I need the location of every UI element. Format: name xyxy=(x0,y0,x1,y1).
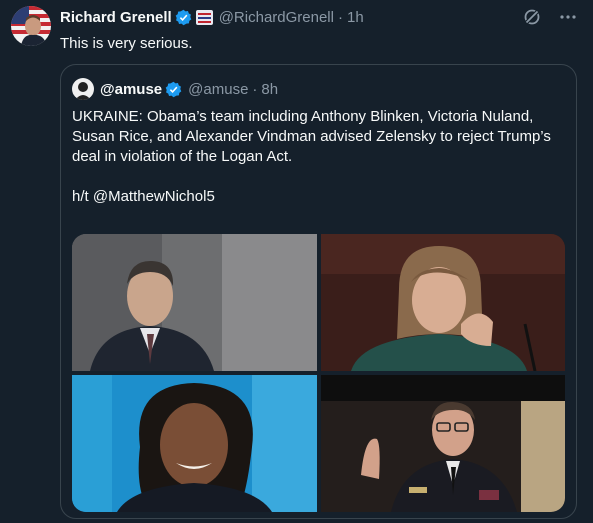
verified-badge-icon xyxy=(165,81,182,98)
quote-author-handle[interactable]: @amuse xyxy=(188,81,248,98)
photo-blinken[interactable] xyxy=(72,234,317,371)
photo-rice[interactable] xyxy=(72,375,317,512)
quote-text-paragraph: UKRAINE: Obama’s team including Anthony … xyxy=(72,108,551,165)
quote-timestamp[interactable]: 8h xyxy=(261,81,278,98)
tweet[interactable]: Richard Grenell @RichardGrenell · 1h Thi… xyxy=(0,0,593,523)
quoted-tweet[interactable]: @amuse @amuse · 8h UKRAINE: Obama’s team… xyxy=(60,64,577,519)
grok-icon[interactable] xyxy=(521,6,543,28)
photo-nuland[interactable] xyxy=(321,234,565,371)
quote-author-avatar xyxy=(72,78,94,100)
quote-header: @amuse @amuse · 8h xyxy=(72,77,278,101)
tweet-text: This is very serious. xyxy=(60,35,193,52)
separator-dot: · xyxy=(252,80,258,98)
affiliation-badge-icon[interactable] xyxy=(195,9,213,25)
quote-author-name[interactable]: @amuse xyxy=(100,81,162,98)
tweet-actions xyxy=(521,6,579,28)
tweet-header: Richard Grenell @RichardGrenell · 1h xyxy=(60,6,364,28)
more-icon[interactable] xyxy=(557,6,579,28)
quote-media-grid xyxy=(72,234,565,512)
photo-vindman[interactable] xyxy=(321,375,565,512)
author-handle[interactable]: @RichardGrenell xyxy=(219,9,334,26)
quote-text: UKRAINE: Obama’s team including Anthony … xyxy=(72,107,568,207)
quote-hat-tip[interactable]: h/t @MatthewNichol5 xyxy=(72,187,568,207)
separator-dot: · xyxy=(337,8,343,26)
verified-badge-icon xyxy=(175,9,192,26)
author-name[interactable]: Richard Grenell xyxy=(60,9,172,26)
author-avatar[interactable] xyxy=(11,6,51,46)
tweet-timestamp[interactable]: 1h xyxy=(347,9,364,26)
